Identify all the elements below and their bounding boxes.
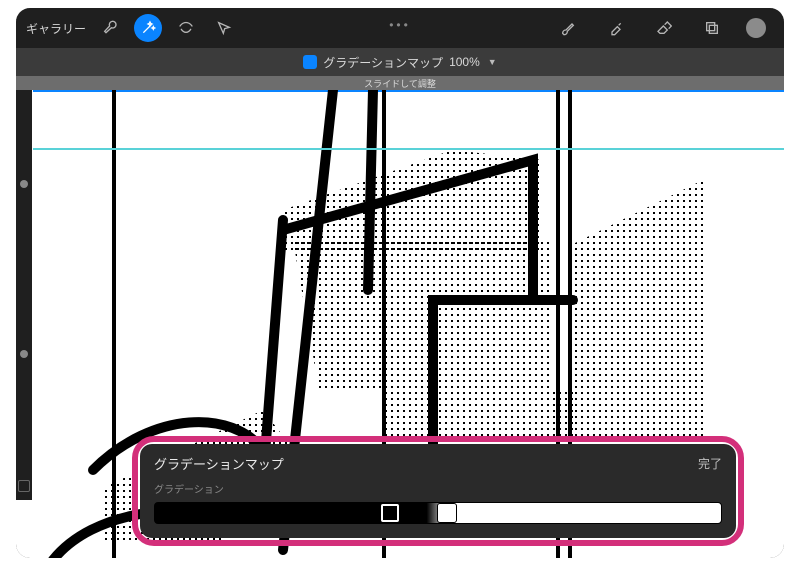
gradient-stop-white[interactable] (438, 504, 456, 522)
brush-icon[interactable] (554, 14, 582, 42)
panel-title: グラデーションマップ (154, 454, 284, 473)
done-button[interactable]: 完了 (698, 455, 722, 472)
slide-hint: スライドして調整 (16, 76, 784, 90)
gradient-stop-black[interactable] (381, 504, 399, 522)
color-swatch[interactable] (746, 18, 766, 38)
brush-size-knob[interactable] (20, 180, 28, 188)
chevron-down-icon[interactable]: ▼ (488, 57, 497, 67)
magic-wand-icon[interactable] (134, 14, 162, 42)
guide-line-cyan (33, 148, 784, 150)
layers-icon[interactable] (698, 14, 726, 42)
sidebar-sliders (16, 90, 32, 500)
gradient-map-panel: グラデーションマップ 完了 グラデーション (140, 444, 736, 538)
panel-border (112, 90, 116, 558)
undo-button[interactable] (18, 480, 30, 492)
adjustment-title: グラデーションマップ (323, 54, 443, 71)
top-toolbar: ギャラリー ••• (16, 8, 784, 48)
gallery-button[interactable]: ギャラリー (26, 20, 86, 37)
selection-icon[interactable] (172, 14, 200, 42)
gradient-slider[interactable] (154, 502, 722, 524)
opacity-knob[interactable] (20, 350, 28, 358)
eraser-icon[interactable] (650, 14, 678, 42)
adjustment-bar[interactable]: グラデーションマップ 100% ▼ (16, 48, 784, 76)
reset-chip-icon[interactable] (303, 55, 317, 69)
app-screen: ギャラリー ••• (16, 8, 784, 558)
smudge-icon[interactable] (602, 14, 630, 42)
wrench-icon[interactable] (96, 14, 124, 42)
adjustment-percent: 100% (449, 55, 480, 69)
move-icon[interactable] (210, 14, 238, 42)
more-icon[interactable]: ••• (389, 18, 411, 32)
highlight-annotation: グラデーションマップ 完了 グラデーション (132, 436, 744, 546)
panel-section-label: グラデーション (154, 481, 722, 496)
